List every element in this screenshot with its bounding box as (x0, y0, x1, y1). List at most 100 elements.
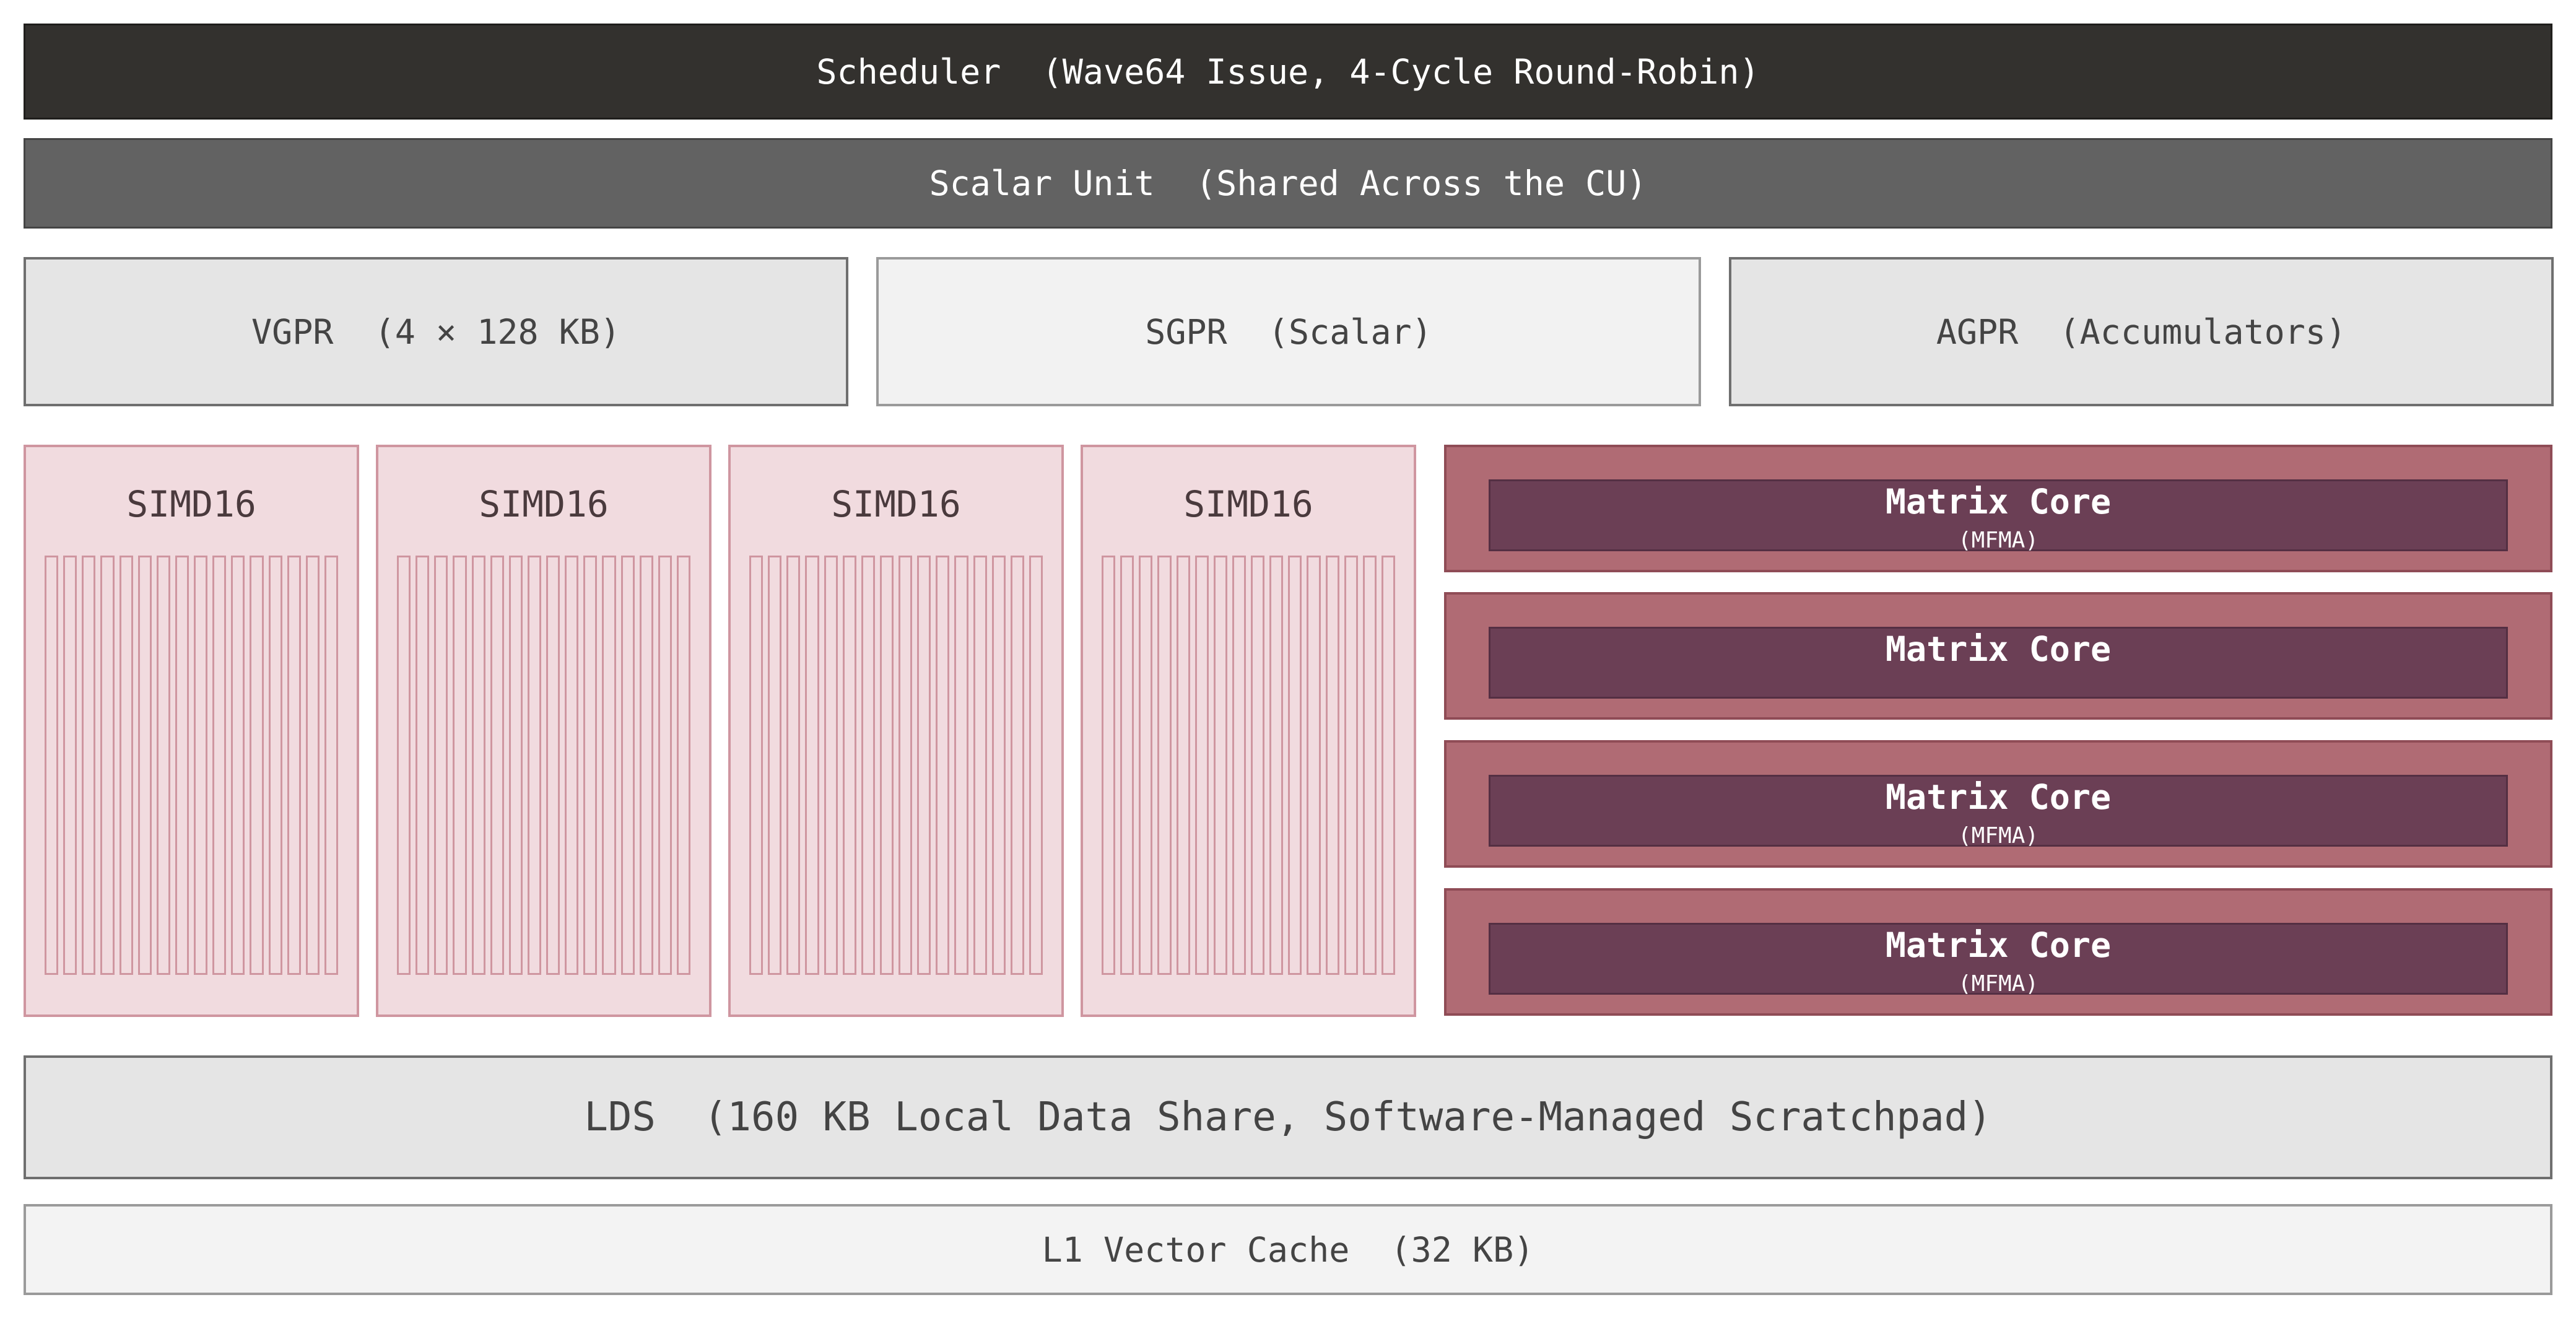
simd-lane (1307, 556, 1321, 975)
simd-lane (63, 556, 77, 975)
simd-lane (508, 556, 523, 975)
simd-lane (305, 556, 320, 975)
vgpr-block: VGPR (4 × 128 KB) (24, 257, 848, 406)
simd-lane (879, 556, 894, 975)
simd-lane (1194, 556, 1209, 975)
simd-lane (137, 556, 152, 975)
compute-unit-diagram: Scheduler (Wave64 Issue, 4-Cycle Round-R… (0, 0, 2576, 1318)
simd-lane (768, 556, 782, 975)
simd-unit: SIMD16 (24, 445, 359, 1017)
matrix-core-label: Matrix Core (1885, 777, 2112, 817)
simd-lane (1176, 556, 1190, 975)
simd-lane (1010, 556, 1024, 975)
matrix-core-block: Matrix Core (MFMA) (1444, 740, 2552, 868)
simd-lane (453, 556, 467, 975)
simd-lane (471, 556, 485, 975)
l1-cache-label: L1 Vector Cache (32 KB) (1042, 1229, 1534, 1270)
simd-lane (786, 556, 801, 975)
simd-lane (397, 556, 411, 975)
scheduler-block: Scheduler (Wave64 Issue, 4-Cycle Round-R… (24, 24, 2552, 120)
l1-cache-block: L1 Vector Cache (32 KB) (24, 1204, 2552, 1295)
simd-lane (1325, 556, 1339, 975)
simd-lane (1288, 556, 1302, 975)
simd-lanes (749, 556, 1043, 975)
simd-label: SIMD16 (126, 483, 256, 525)
simd-lane (434, 556, 448, 975)
simd-lane (156, 556, 170, 975)
simd-lane (899, 556, 913, 975)
matrix-core-label: Matrix Core (1885, 925, 2112, 965)
simd-lane (676, 556, 690, 975)
matrix-core-block: Matrix Core (MFMA) (1444, 445, 2552, 572)
simd-lane (639, 556, 653, 975)
simd-lane (583, 556, 598, 975)
simd-lane (1120, 556, 1134, 975)
simd-lane (565, 556, 579, 975)
simd-lane (1362, 556, 1377, 975)
simd-label: SIMD16 (479, 483, 609, 525)
simd-lane (100, 556, 115, 975)
simd-lane (82, 556, 96, 975)
lds-label: LDS (160 KB Local Data Share, Software-M… (584, 1094, 1992, 1140)
simd-lane (324, 556, 338, 975)
simd-lane (861, 556, 875, 975)
matrix-core-sublabel: (MFMA) (1957, 823, 2039, 849)
simd-lane (250, 556, 264, 975)
simd-lane (194, 556, 208, 975)
sgpr-label: SGPR (Scalar) (1145, 312, 1432, 352)
simd-lane (602, 556, 616, 975)
simd-lane (1213, 556, 1227, 975)
simd-lane (1251, 556, 1265, 975)
simd-label: SIMD16 (831, 483, 961, 525)
simd-unit: SIMD16 (376, 445, 711, 1017)
simd-lane (1344, 556, 1358, 975)
simd-lane (1102, 556, 1116, 975)
scheduler-label: Scheduler (Wave64 Issue, 4-Cycle Round-R… (816, 51, 1760, 92)
matrix-core-sublabel: (MFMA) (1957, 971, 2039, 997)
simd-lane (490, 556, 504, 975)
simd-lane (805, 556, 819, 975)
simd-lane (749, 556, 764, 975)
matrix-core-sublabel: (MFMA) (1957, 528, 2039, 553)
matrix-core-label: Matrix Core (1885, 482, 2112, 522)
simd-lane (1232, 556, 1246, 975)
simd-lane (954, 556, 968, 975)
matrix-core-label: Matrix Core (1885, 629, 2112, 669)
lds-block: LDS (160 KB Local Data Share, Software-M… (24, 1055, 2552, 1179)
simd-lane (1269, 556, 1284, 975)
simd-lane (842, 556, 856, 975)
simd-lane (119, 556, 133, 975)
simd-lane (1139, 556, 1153, 975)
simd-lane (1157, 556, 1172, 975)
simd-lanes (45, 556, 338, 975)
simd-lane (546, 556, 560, 975)
simd-lane (973, 556, 987, 975)
simd-lane (287, 556, 301, 975)
simd-label: SIMD16 (1183, 483, 1313, 525)
matrix-core-block: Matrix Core (1444, 592, 2552, 720)
scalar-unit-block: Scalar Unit (Shared Across the CU) (24, 138, 2552, 229)
simd-lane (527, 556, 541, 975)
simd-lanes (1102, 556, 1395, 975)
simd-unit: SIMD16 (728, 445, 1064, 1017)
simd-lane (416, 556, 430, 975)
agpr-label: AGPR (Accumulators) (1936, 312, 2347, 352)
simd-lane (620, 556, 635, 975)
simd-lanes (397, 556, 690, 975)
simd-lane (824, 556, 838, 975)
matrix-core-block: Matrix Core (MFMA) (1444, 888, 2552, 1016)
simd-lane (212, 556, 227, 975)
simd-lane (991, 556, 1006, 975)
simd-lane (658, 556, 672, 975)
scalar-unit-label: Scalar Unit (Shared Across the CU) (929, 164, 1647, 203)
agpr-block: AGPR (Accumulators) (1729, 257, 2554, 406)
simd-unit: SIMD16 (1081, 445, 1416, 1017)
vgpr-label: VGPR (4 × 128 KB) (251, 312, 621, 352)
simd-lane (936, 556, 950, 975)
simd-lane (1381, 556, 1395, 975)
simd-lane (1029, 556, 1043, 975)
simd-lane (231, 556, 245, 975)
simd-lane (175, 556, 189, 975)
simd-lane (917, 556, 931, 975)
sgpr-block: SGPR (Scalar) (876, 257, 1701, 406)
